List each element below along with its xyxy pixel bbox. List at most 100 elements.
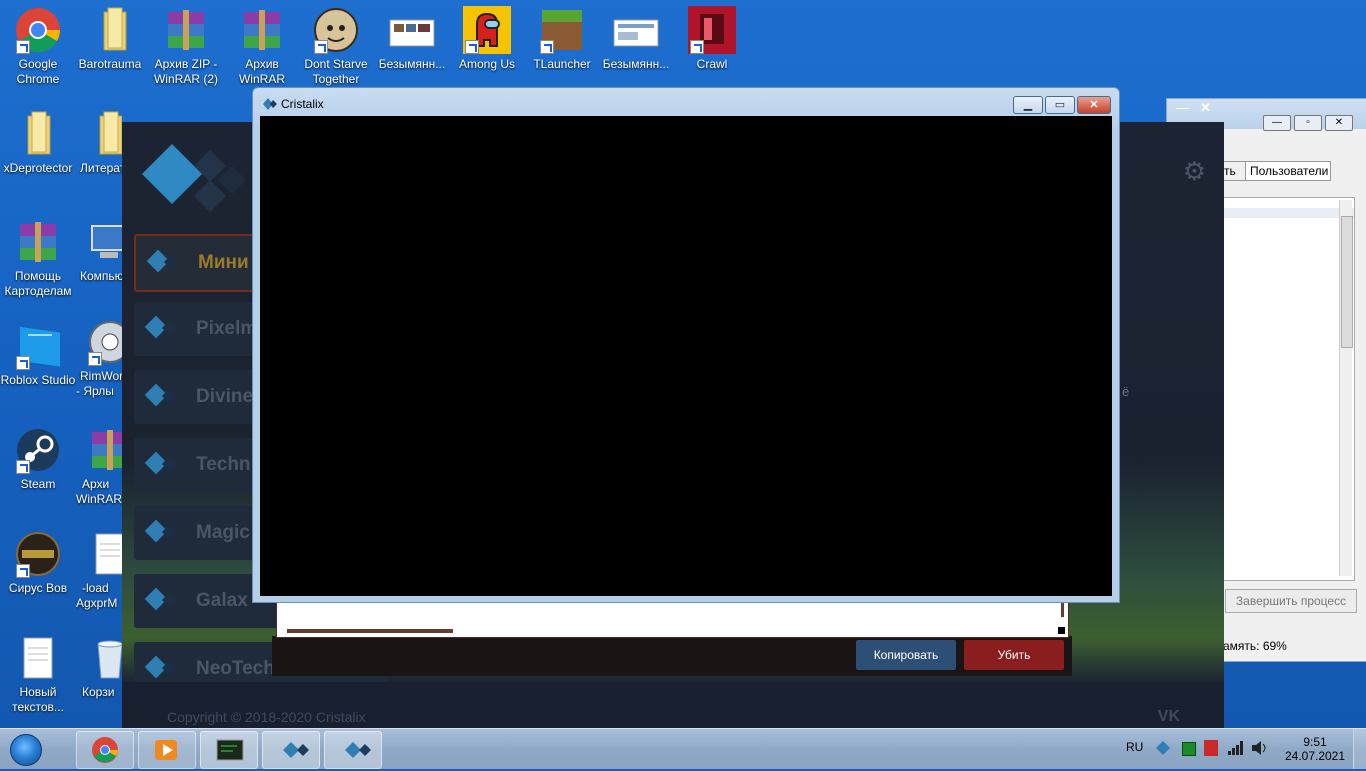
taskbar-cristalix-1[interactable] — [262, 731, 320, 769]
clock-date: 24.07.2021 — [1284, 749, 1346, 763]
taskbar-terminal[interactable] — [200, 731, 258, 769]
icon-label: Корзи — [82, 685, 115, 699]
minimize-icon[interactable]: — — [1263, 115, 1291, 131]
game-render-area[interactable] — [260, 116, 1112, 596]
icon-label: Компью — [80, 269, 122, 283]
desktop-icon-arhiv2[interactable]: Архи WinRAR — [76, 426, 122, 507]
close-icon[interactable]: ✕ — [1077, 96, 1111, 114]
close-icon[interactable]: ✕ — [1325, 115, 1353, 131]
language-indicator[interactable]: RU — [1126, 740, 1143, 754]
tray-security-icon[interactable] — [1204, 740, 1218, 756]
desktop-icon-load[interactable]: -load AgxprM — [76, 530, 122, 611]
cristalix-tray-icon[interactable] — [1156, 741, 1170, 755]
end-process-button[interactable]: Завершить процесс — [1225, 589, 1357, 613]
cristalix-app-icon — [263, 98, 277, 110]
image-icon — [612, 6, 660, 54]
server-label: Divine — [196, 386, 254, 407]
dont-starve-icon — [312, 6, 360, 54]
icon-label: Архив WinRAR — [238, 57, 285, 86]
start-button[interactable] — [2, 730, 48, 768]
server-label: Techn — [196, 454, 251, 475]
steam-icon — [14, 426, 62, 474]
log-scroll-corner — [1058, 627, 1065, 634]
log-scrollbar-vertical[interactable] — [1061, 601, 1064, 617]
minimize-icon[interactable]: — — [1176, 100, 1189, 115]
close-icon[interactable]: ✕ — [1200, 100, 1211, 116]
icon-label: Архив ZIP - WinRAR (2) — [153, 57, 218, 86]
desktop-icon-komp[interactable]: Компью — [76, 218, 122, 284]
clock-time: 9:51 — [1303, 735, 1327, 749]
server-label: Magic — [196, 522, 250, 543]
cristalix-icon — [283, 742, 309, 758]
taskbar-chrome[interactable] — [76, 731, 134, 769]
recycle-bin-icon — [86, 634, 122, 682]
icon-label: Сирус Вов — [8, 581, 68, 595]
server-label: Galax — [196, 590, 248, 611]
taskbar-media-player[interactable] — [138, 731, 196, 769]
cristalix-icon — [345, 742, 371, 758]
server-label: NeoTech — [196, 658, 275, 679]
icon-label: xDeprotector — [3, 161, 73, 175]
kill-button[interactable]: Убить — [964, 640, 1064, 670]
network-icon[interactable] — [1228, 741, 1244, 758]
desktop-icon-bezym2[interactable]: Безымянн... — [598, 6, 674, 72]
icon-label: Crawl — [696, 57, 728, 71]
computer-icon — [86, 218, 122, 266]
cristalix-game-window[interactable]: Cristalix ▁ ▭ ✕ — [252, 87, 1120, 603]
desktop-icon-roblox[interactable]: Roblox Studio — [0, 322, 76, 388]
window-controls: ▁ ▭ ✕ — [1011, 96, 1111, 114]
tab-users[interactable]: Пользователи — [1245, 161, 1331, 181]
scrollbar-thumb[interactable] — [1341, 216, 1353, 348]
memory-status: амять: 69% — [1223, 639, 1287, 653]
icon-label: Безымянн... — [602, 57, 670, 71]
desktop-icon-winrar-zip[interactable]: Архив ZIP - WinRAR (2) — [148, 6, 224, 87]
desktop-icon-chrome[interactable]: Google Chrome — [0, 6, 76, 87]
among-us-icon — [463, 6, 511, 54]
desktop-icon-rimworld[interactable]: RimWor - Ярлы — [76, 318, 122, 399]
desktop-icon-barotrauma[interactable]: Barotrauma — [72, 6, 148, 72]
icon-label: Помощь Картоделам — [4, 269, 72, 298]
maximize-icon[interactable]: ▭ — [1045, 96, 1075, 114]
vk-icon[interactable]: VK — [1158, 708, 1180, 726]
copy-button[interactable]: Копировать — [856, 640, 956, 670]
tab-prev[interactable]: ть — [1223, 161, 1246, 181]
desktop-icon-crawl[interactable]: Crawl — [674, 6, 750, 72]
desktop-icon-sirus[interactable]: Сирус Вов — [0, 530, 76, 596]
process-list[interactable] — [1223, 197, 1355, 581]
settings-gear-icon[interactable]: ⚙ — [1183, 156, 1206, 187]
desktop-icon-bezym1[interactable]: Безымянн... — [374, 6, 450, 72]
desktop-icon-novyi[interactable]: Новый текстов... — [0, 634, 76, 715]
volume-icon[interactable] — [1252, 741, 1268, 758]
desktop-icon-xdeprotector[interactable]: xDeprotector — [0, 110, 76, 176]
roblox-icon — [14, 322, 62, 370]
tray-app-icon[interactable] — [1182, 742, 1196, 756]
rimworld-icon — [86, 318, 122, 366]
icon-label: TLauncher — [533, 57, 591, 71]
minimize-icon[interactable]: ▁ — [1013, 96, 1043, 114]
desktop-icon-dontstarve[interactable]: Dont Starve Together — [298, 6, 374, 87]
desktop-icon-amongus[interactable]: Among Us — [449, 6, 525, 72]
scrollbar[interactable] — [1339, 200, 1353, 576]
maximize-icon[interactable]: ▫ — [1294, 115, 1322, 131]
text-file-icon — [14, 634, 62, 682]
window-title: Cristalix — [281, 97, 324, 111]
chrome-icon — [92, 737, 118, 763]
taskbar-cristalix-2[interactable] — [324, 731, 382, 769]
log-scrollbar-horizontal[interactable] — [287, 629, 453, 633]
desktop-icon-pomosch[interactable]: Помощь Картоделам — [0, 218, 76, 299]
icon-label: -load AgxprM — [76, 581, 118, 610]
icon-label: Among Us — [458, 57, 516, 71]
desktop-icon-winrar[interactable]: Архив WinRAR — [224, 6, 300, 87]
log-output[interactable] — [276, 600, 1069, 638]
desktop-icon-tlauncher[interactable]: TLauncher — [524, 6, 600, 72]
desktop-icon-literat[interactable]: Литерат — [72, 110, 122, 176]
folder-icon — [82, 110, 122, 158]
server-label: Мини — [198, 252, 249, 273]
media-player-icon — [155, 740, 177, 760]
winrar-icon — [238, 6, 286, 54]
desktop-icon-korz[interactable]: Корзи — [76, 634, 122, 700]
show-desktop-button[interactable] — [1353, 729, 1366, 769]
desktop-icon-steam[interactable]: Steam — [0, 426, 76, 492]
icon-label: Barotrauma — [78, 57, 142, 71]
taskbar-clock[interactable]: 9:51 24.07.2021 — [1284, 735, 1346, 763]
